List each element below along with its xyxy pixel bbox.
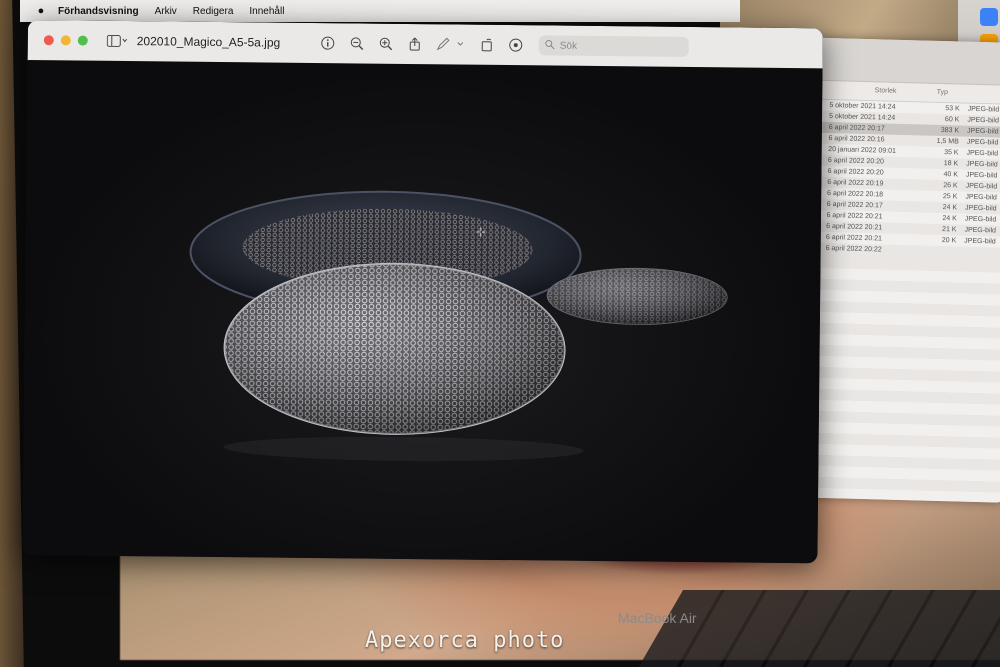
preview-window[interactable]: 202010_Magico_A5-5a.jpg Sök ⊹ — [22, 20, 823, 564]
file-kind: JPEG-bild — [967, 116, 999, 125]
file-size: 60 K — [944, 116, 960, 124]
file-kind: JPEG-bild — [964, 237, 996, 246]
file-size: 20 K — [941, 237, 957, 245]
column-size[interactable]: Storlek — [868, 82, 930, 102]
rotate-icon[interactable] — [477, 35, 497, 55]
file-date: 6 april 2022 20:20 — [827, 168, 884, 177]
zoom-in-icon[interactable] — [376, 34, 396, 54]
file-date: 20 januari 2022 09:01 — [828, 146, 897, 155]
file-size: 24 K — [942, 215, 957, 223]
file-kind: JPEG-bild — [964, 204, 997, 213]
file-size: 26 K — [943, 182, 958, 190]
file-date: 5 oktober 2021 14:24 — [829, 102, 896, 111]
file-size — [919, 251, 956, 252]
file-date: 6 april 2022 20:21 — [825, 234, 883, 243]
file-date: 6 april 2022 20:19 — [827, 179, 884, 188]
file-date: 6 april 2022 20:17 — [826, 201, 883, 210]
laptop-model-label: MacBook Air — [618, 610, 697, 626]
file-kind: JPEG-bild — [966, 127, 999, 136]
sidebar-toggle-icon[interactable] — [106, 34, 127, 48]
fullscreen-button[interactable] — [77, 35, 88, 46]
file-date: 6 april 2022 20:16 — [828, 135, 885, 144]
file-date: 6 april 2022 20:18 — [826, 190, 884, 199]
file-size: 21 K — [942, 226, 957, 234]
file-size: 24 K — [942, 204, 958, 212]
file-date: 6 april 2022 20:21 — [826, 212, 883, 221]
photo-scene: A5 Ändringsdatum Storlek Typ jpg5 oktobe… — [0, 0, 1000, 667]
markup-pen-icon[interactable] — [434, 34, 468, 54]
app-icon[interactable] — [980, 8, 998, 26]
window-controls — [43, 35, 95, 46]
file-date: 5 oktober 2021 14:24 — [828, 113, 896, 122]
menu-edit[interactable]: Redigera — [193, 6, 234, 17]
file-kind: JPEG-bild — [965, 182, 998, 191]
speaker-photo — [189, 190, 728, 462]
minimize-button[interactable] — [60, 35, 71, 46]
crosshair-cursor-icon: ⊹ — [475, 224, 486, 239]
file-kind: JPEG-bild — [965, 193, 997, 202]
search-field[interactable]: Sök — [538, 35, 689, 57]
info-icon[interactable] — [318, 33, 338, 53]
file-size: 35 K — [944, 149, 959, 157]
file-date: 6 april 2022 20:21 — [826, 223, 883, 232]
file-kind: JPEG-bild — [967, 105, 1000, 114]
column-kind[interactable]: Typ — [930, 84, 954, 103]
menu-bar: ● Förhandsvisning Arkiv Redigera Innehål… — [20, 0, 740, 22]
search-placeholder: Sök — [559, 40, 578, 52]
menu-content[interactable]: Innehåll — [249, 6, 284, 17]
photo-watermark: Apexorca photo — [365, 628, 565, 653]
file-date: 6 april 2022 20:22 — [825, 245, 882, 254]
file-kind: JPEG-bild — [965, 171, 998, 180]
file-kind: JPEG-bild — [966, 149, 999, 158]
zoom-out-icon[interactable] — [347, 33, 367, 53]
apple-menu-icon[interactable]: ● — [34, 4, 48, 18]
close-button[interactable] — [43, 35, 54, 46]
file-size: 18 K — [943, 160, 959, 168]
file-kind: JPEG-bild — [966, 160, 998, 169]
file-kind: JPEG-bild — [964, 226, 997, 235]
file-size: 40 K — [943, 171, 959, 179]
file-size: 1,5 MB — [936, 137, 959, 146]
annotate-icon[interactable] — [506, 35, 526, 55]
file-kind — [956, 252, 1000, 253]
file-size: 25 K — [942, 193, 958, 201]
document-title: 202010_Magico_A5-5a.jpg — [136, 34, 281, 50]
share-icon[interactable] — [405, 34, 425, 54]
file-kind: JPEG-bild — [964, 215, 997, 224]
file-date: 6 april 2022 20:20 — [827, 157, 885, 166]
file-size: 383 K — [940, 126, 960, 135]
search-icon — [545, 39, 555, 52]
menu-file[interactable]: Arkiv — [155, 6, 177, 17]
menu-app[interactable]: Förhandsvisning — [58, 6, 139, 17]
preview-toolbar: Sök — [318, 33, 689, 57]
file-kind: JPEG-bild — [966, 138, 999, 147]
file-date: 6 april 2022 20:17 — [828, 124, 885, 133]
image-canvas[interactable]: ⊹ — [22, 59, 823, 564]
keyboard — [636, 590, 1000, 667]
file-size: 53 K — [945, 105, 960, 113]
